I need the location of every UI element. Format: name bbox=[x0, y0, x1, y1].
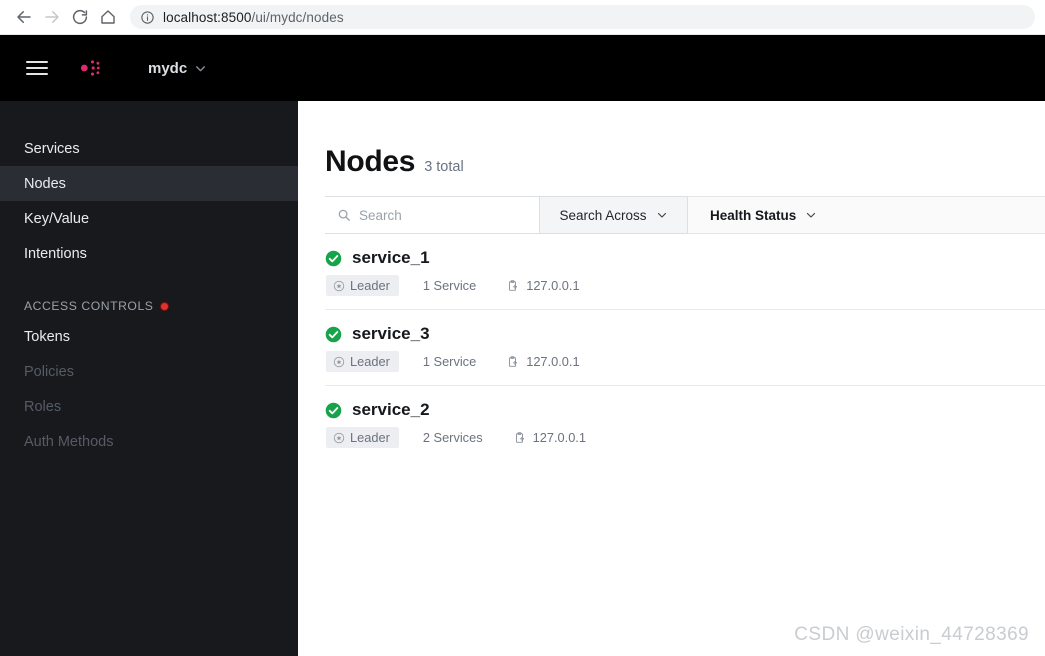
node-name: service_3 bbox=[352, 324, 430, 343]
main-content: Nodes 3 total Search Search Across Healt… bbox=[298, 101, 1045, 656]
star-circle-icon bbox=[333, 280, 345, 291]
search-input[interactable]: Search bbox=[325, 196, 540, 234]
status-badge-label: Leader bbox=[350, 430, 390, 445]
datacenter-selector[interactable]: mydc bbox=[148, 60, 207, 77]
sidebar-item-label: Policies bbox=[24, 363, 74, 380]
page-header: Nodes 3 total bbox=[298, 101, 1045, 179]
info-circle-icon bbox=[141, 10, 154, 24]
url-host: localhost:8500 bbox=[163, 9, 252, 25]
star-circle-icon bbox=[333, 432, 345, 443]
sidebar-item-label: Services bbox=[24, 140, 80, 157]
node-address-text: 127.0.0.1 bbox=[526, 354, 580, 369]
search-across-label: Search Across bbox=[559, 207, 647, 223]
service-count: 2 Services bbox=[422, 430, 483, 445]
reload-icon bbox=[72, 9, 88, 25]
sidebar-section-access-controls: ACCESS CONTROLS bbox=[0, 293, 298, 319]
sidebar-item-label: Auth Methods bbox=[24, 433, 114, 450]
browser-toolbar: localhost:8500/ui/mydc/nodes bbox=[0, 0, 1045, 35]
node-address-text: 127.0.0.1 bbox=[532, 430, 586, 445]
url-path: /ui/mydc/nodes bbox=[251, 9, 344, 25]
star-circle-icon bbox=[333, 356, 345, 367]
sidebar-item-label: Intentions bbox=[24, 245, 87, 262]
sidebar-item-label: Roles bbox=[24, 398, 62, 415]
node-address[interactable]: 127.0.0.1 bbox=[513, 430, 586, 445]
sidebar-item-label: Nodes bbox=[24, 175, 66, 192]
forward-button[interactable] bbox=[38, 3, 66, 31]
status-badge-label: Leader bbox=[350, 278, 390, 293]
page-title: Nodes bbox=[325, 145, 416, 178]
status-badge-label: Leader bbox=[350, 354, 390, 369]
sidebar-item-tokens[interactable]: Tokens bbox=[0, 319, 298, 354]
check-circle-icon bbox=[325, 250, 342, 266]
chevron-down-icon bbox=[807, 212, 816, 218]
status-badge: Leader bbox=[326, 351, 399, 372]
sidebar-section-label: ACCESS CONTROLS bbox=[24, 299, 154, 313]
node-address[interactable]: 127.0.0.1 bbox=[506, 278, 580, 293]
app-header: mydc bbox=[0, 35, 1045, 101]
home-button[interactable] bbox=[94, 3, 122, 31]
node-list-item[interactable]: service_2 Leader 2 Services 127.0.0.1 bbox=[325, 386, 1045, 461]
sidebar-item-roles[interactable]: Roles bbox=[0, 389, 298, 424]
chevron-down-icon bbox=[196, 65, 206, 71]
health-status-dropdown[interactable]: Health Status bbox=[688, 197, 839, 233]
sidebar-item-nodes[interactable]: Nodes bbox=[0, 166, 298, 201]
node-list: service_1 Leader 1 Service 127.0.0.1 ser… bbox=[325, 234, 1045, 461]
arrow-left-icon bbox=[17, 11, 31, 23]
address-bar[interactable]: localhost:8500/ui/mydc/nodes bbox=[130, 5, 1035, 29]
service-count: 1 Service bbox=[422, 354, 477, 369]
sidebar-item-auth-methods[interactable]: Auth Methods bbox=[0, 424, 298, 459]
copy-clipboard-icon bbox=[515, 431, 524, 443]
node-heading: service_2 bbox=[325, 400, 1045, 420]
search-icon bbox=[338, 209, 350, 221]
red-dot-badge bbox=[160, 301, 170, 311]
sidebar-item-label: Tokens bbox=[24, 328, 70, 345]
node-address-text: 127.0.0.1 bbox=[526, 278, 580, 293]
datacenter-label: mydc bbox=[148, 59, 188, 77]
sidebar-item-label: Key/Value bbox=[24, 210, 90, 227]
node-meta: Leader 1 Service 127.0.0.1 bbox=[325, 275, 1045, 296]
home-icon bbox=[101, 10, 115, 24]
sidebar-item-intentions[interactable]: Intentions bbox=[0, 236, 298, 271]
consul-logo-icon[interactable] bbox=[68, 51, 102, 85]
node-heading: service_3 bbox=[325, 324, 1045, 344]
search-placeholder: Search bbox=[359, 207, 402, 223]
health-status-label: Health Status bbox=[710, 207, 797, 223]
back-button[interactable] bbox=[10, 3, 38, 31]
chevron-down-icon bbox=[657, 212, 666, 218]
check-circle-icon bbox=[325, 402, 342, 418]
sidebar-item-key-value[interactable]: Key/Value bbox=[0, 201, 298, 236]
node-name: service_2 bbox=[352, 400, 430, 419]
page-body: Services Nodes Key/Value Intentions ACCE… bbox=[0, 101, 1045, 656]
page-total-count: 3 total bbox=[424, 159, 464, 175]
status-badge: Leader bbox=[326, 427, 399, 448]
node-list-item[interactable]: service_1 Leader 1 Service 127.0.0.1 bbox=[325, 234, 1045, 310]
node-name: service_1 bbox=[352, 248, 430, 267]
status-badge: Leader bbox=[326, 275, 399, 296]
copy-clipboard-icon bbox=[509, 355, 518, 367]
sidebar-item-services[interactable]: Services bbox=[0, 131, 298, 166]
filter-toolbar: Search Search Across Health Status bbox=[325, 196, 1045, 234]
node-list-item[interactable]: service_3 Leader 1 Service 127.0.0.1 bbox=[325, 310, 1045, 386]
service-count: 1 Service bbox=[422, 278, 477, 293]
check-circle-icon bbox=[325, 326, 342, 342]
reload-button[interactable] bbox=[66, 3, 94, 31]
watermark: CSDN @weixin_44728369 bbox=[794, 624, 1029, 645]
sidebar: Services Nodes Key/Value Intentions ACCE… bbox=[0, 101, 298, 656]
hamburger-menu-icon[interactable] bbox=[26, 61, 48, 75]
copy-clipboard-icon bbox=[509, 279, 518, 291]
sidebar-item-policies[interactable]: Policies bbox=[0, 354, 298, 389]
address-bar-text: localhost:8500/ui/mydc/nodes bbox=[163, 10, 344, 25]
node-heading: service_1 bbox=[325, 248, 1045, 268]
search-across-dropdown[interactable]: Search Across bbox=[540, 196, 688, 234]
node-address[interactable]: 127.0.0.1 bbox=[506, 354, 580, 369]
node-meta: Leader 1 Service 127.0.0.1 bbox=[325, 351, 1045, 372]
arrow-right-icon bbox=[45, 11, 59, 23]
node-meta: Leader 2 Services 127.0.0.1 bbox=[325, 427, 1045, 448]
